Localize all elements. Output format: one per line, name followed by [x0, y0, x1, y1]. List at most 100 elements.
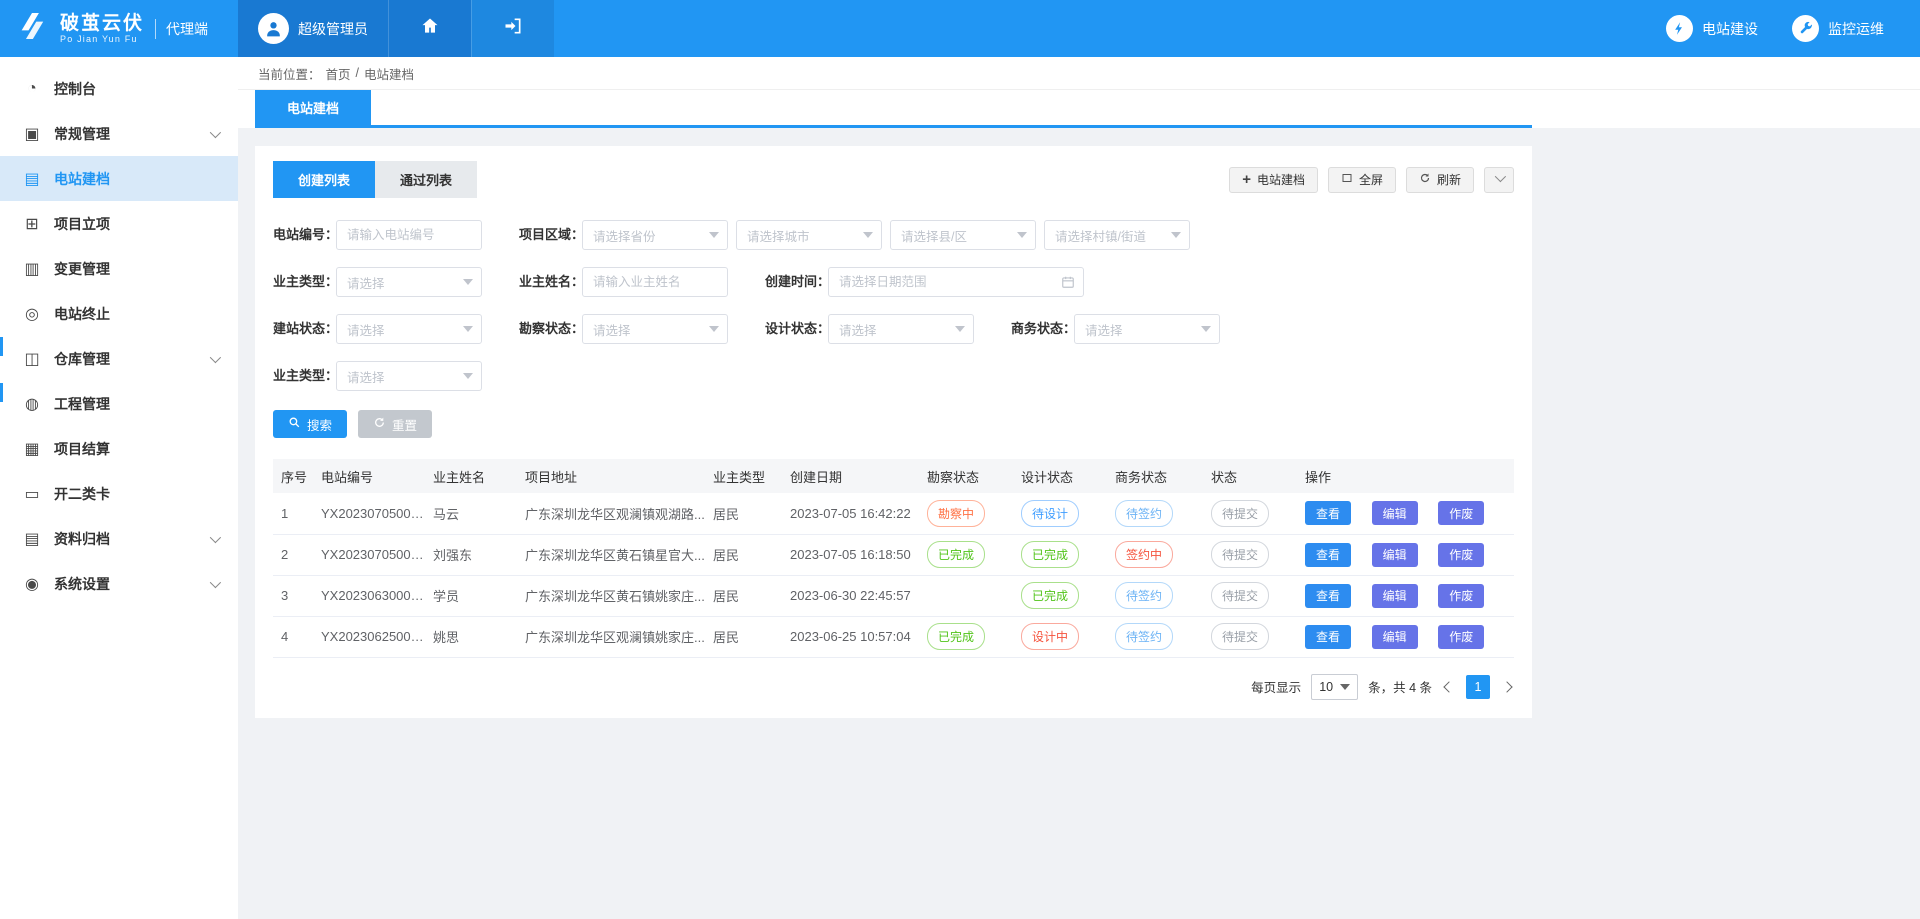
county-select[interactable]: 请选择县/区 [890, 220, 1036, 250]
owner-type2-select[interactable]: 请选择 [336, 361, 482, 391]
business-status-badge: 待签约 [1115, 500, 1173, 527]
owner-type-select[interactable]: 请选择 [336, 267, 482, 297]
logout-icon [503, 16, 523, 41]
sidebar-item-project-initiation[interactable]: ⊞ 项目立项 [0, 201, 238, 246]
business-status-badge: 签约中 [1115, 541, 1173, 568]
design-status-label: 设计状态： [765, 314, 828, 344]
table-row: 3 YX2023063000009 学员 广东深圳龙华区黄石镇姚家庄... 居民… [273, 575, 1514, 616]
col-address: 项目地址 [517, 459, 705, 493]
status-badge: 待提交 [1211, 541, 1269, 568]
sidebar-item-project-settlement[interactable]: ▦ 项目结算 [0, 426, 238, 471]
sidebar-item-change-mgmt[interactable]: ▥ 变更管理 [0, 246, 238, 291]
survey-status-select[interactable]: 请选择 [582, 314, 728, 344]
nav-monitor-ops[interactable]: 监控运维 [1792, 15, 1884, 42]
view-button[interactable]: 查看 [1305, 543, 1351, 567]
nav-station-build[interactable]: 电站建设 [1666, 15, 1758, 42]
view-button[interactable]: 查看 [1305, 501, 1351, 525]
void-button[interactable]: 作废 [1438, 625, 1484, 649]
city-select[interactable]: 请选择城市 [736, 220, 882, 250]
town-select[interactable]: 请选择村镇/街道 [1044, 220, 1190, 250]
view-button[interactable]: 查看 [1305, 625, 1351, 649]
card-icon: ▭ [23, 484, 41, 504]
edit-button[interactable]: 编辑 [1372, 625, 1418, 649]
status-badge: 待提交 [1211, 500, 1269, 527]
province-select[interactable]: 请选择省份 [582, 220, 728, 250]
build-status-select[interactable]: 请选择 [336, 314, 482, 344]
next-page-button[interactable] [1501, 681, 1512, 692]
content-area: 创建列表 通过列表 + 电站建档 全屏 [238, 128, 1920, 919]
sidebar-item-label: 项目结算 [54, 439, 110, 459]
tab-passed-list[interactable]: 通过列表 [375, 161, 477, 198]
refresh-button[interactable]: 刷新 [1406, 167, 1474, 193]
collapse-toolbar-button[interactable] [1484, 167, 1514, 193]
col-design-status: 设计状态 [1013, 459, 1107, 493]
chevron-down-icon [463, 279, 473, 285]
business-status-badge: 待签约 [1115, 623, 1173, 650]
void-button[interactable]: 作废 [1438, 584, 1484, 608]
business-status-select[interactable]: 请选择 [1074, 314, 1220, 344]
void-button[interactable]: 作废 [1438, 501, 1484, 525]
user-name: 超级管理员 [298, 19, 368, 39]
owner-name-input[interactable] [582, 267, 728, 297]
cell-created: 2023-07-05 16:42:22 [782, 493, 919, 534]
date-range-input[interactable] [828, 267, 1084, 297]
edit-button[interactable]: 编辑 [1372, 543, 1418, 567]
design-status-badge: 已完成 [1021, 582, 1079, 609]
sidebar-item-label: 电站终止 [54, 304, 110, 324]
design-status-badge: 设计中 [1021, 623, 1079, 650]
logout-button[interactable] [471, 0, 554, 57]
sidebar-item-data-archive[interactable]: ▤ 资料归档 [0, 516, 238, 561]
card-toolbar: + 电站建档 全屏 刷新 [1229, 167, 1514, 193]
edit-button[interactable]: 编辑 [1372, 501, 1418, 525]
avatar [258, 13, 289, 44]
sidebar-item-station-termination[interactable]: ◎ 电站终止 [0, 291, 238, 336]
calculator-icon: ▦ [23, 439, 41, 459]
sidebar-item-station-archive[interactable]: ▤ 电站建档 [0, 156, 238, 201]
add-station-button[interactable]: + 电站建档 [1229, 167, 1318, 193]
breadcrumb-home-link[interactable]: 首页 [326, 64, 351, 83]
page-tab-station-archive[interactable]: 电站建档 [255, 90, 371, 125]
prev-page-button[interactable] [1443, 681, 1454, 692]
station-code-label: 电站编号： [273, 220, 336, 250]
col-owner-type: 业主类型 [705, 459, 782, 493]
home-button[interactable] [388, 0, 471, 57]
sidebar-item-type2-card[interactable]: ▭ 开二类卡 [0, 471, 238, 516]
design-status-select[interactable]: 请选择 [828, 314, 974, 344]
chevron-down-icon [1495, 171, 1506, 182]
status-badge: 待提交 [1211, 582, 1269, 609]
cell-owner-type: 居民 [705, 534, 782, 575]
sidebar: ◔ 控制台 ▣ 常规管理 ▤ 电站建档 ⊞ 项目立项 ▥ 变更管理 ◎ 电站终止… [0, 57, 238, 919]
page-number[interactable]: 1 [1466, 675, 1490, 699]
cell-station-code: YX2023062500004 [313, 616, 425, 657]
copy-icon: ▥ [23, 259, 41, 279]
fullscreen-button[interactable]: 全屏 [1328, 167, 1396, 193]
edit-button[interactable]: 编辑 [1372, 584, 1418, 608]
main-area: 当前位置： 首页 / 电站建档 电站建档 创建列表 通过列表 + 电站建档 [238, 57, 1920, 919]
user-menu[interactable]: 超级管理员 [238, 0, 388, 57]
per-page-select[interactable]: 10 [1311, 674, 1358, 700]
refresh-icon [1419, 172, 1431, 187]
station-code-input[interactable] [336, 220, 482, 250]
tab-create-list[interactable]: 创建列表 [273, 161, 375, 198]
scroll-indicator [0, 383, 3, 402]
chevron-down-icon [1201, 326, 1211, 332]
sidebar-item-warehouse-mgmt[interactable]: ◫ 仓库管理 [0, 336, 238, 381]
sidebar-item-general-mgmt[interactable]: ▣ 常规管理 [0, 111, 238, 156]
sidebar-item-console[interactable]: ◔ 控制台 [0, 66, 238, 111]
reset-button[interactable]: 重置 [358, 410, 432, 438]
col-survey-status: 勘察状态 [919, 459, 1013, 493]
logo-text: 破茧云伏 Po Jian Yun Fu [60, 13, 144, 44]
cell-address: 广东深圳龙华区黄石镇星官大... [517, 534, 705, 575]
search-button[interactable]: 搜索 [273, 410, 347, 438]
business-status-badge: 待签约 [1115, 582, 1173, 609]
chevron-down-icon [210, 126, 221, 137]
sidebar-item-engineering-mgmt[interactable]: ◍ 工程管理 [0, 381, 238, 426]
cell-owner-type: 居民 [705, 616, 782, 657]
owner-type2-label: 业主类型： [273, 361, 336, 391]
build-status-label: 建站状态： [273, 314, 336, 344]
view-button[interactable]: 查看 [1305, 584, 1351, 608]
col-created: 创建日期 [782, 459, 919, 493]
void-button[interactable]: 作废 [1438, 543, 1484, 567]
sidebar-item-system-settings[interactable]: ◉ 系统设置 [0, 561, 238, 606]
cell-station-code: YX2023070500011 [313, 493, 425, 534]
